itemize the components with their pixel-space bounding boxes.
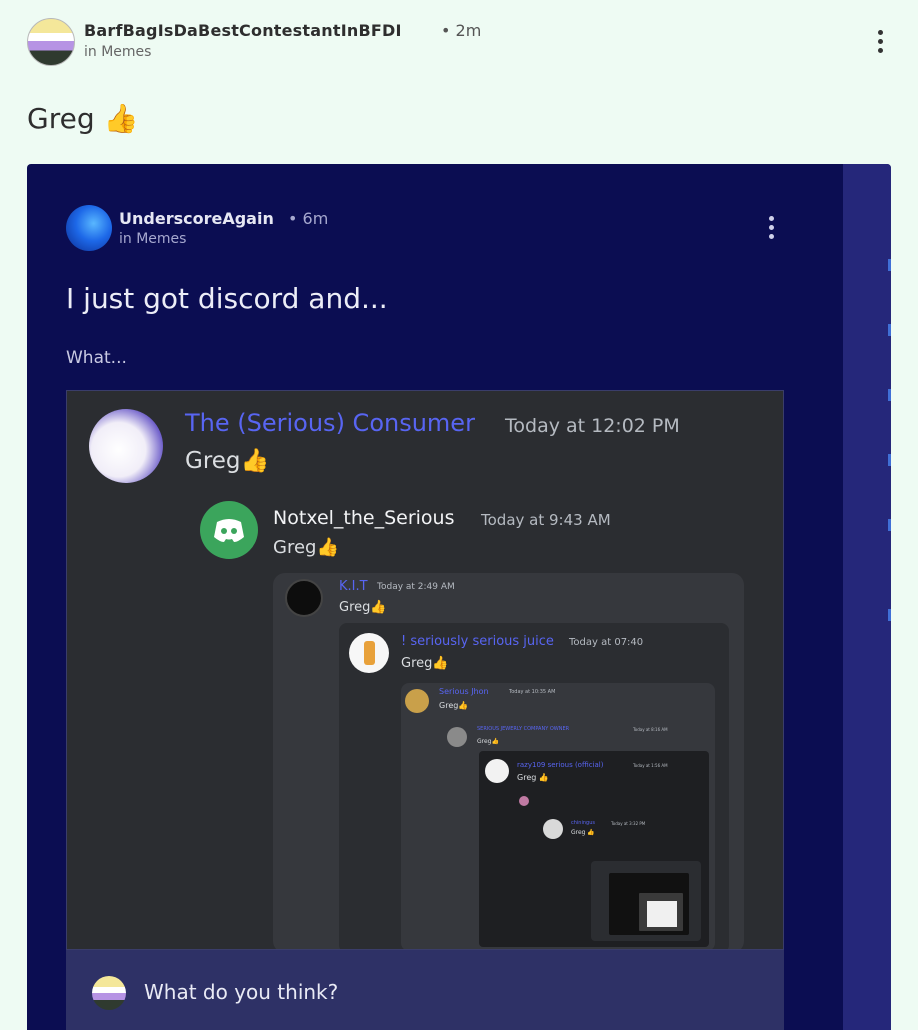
discord-message-7: Greg 👍 [517,773,549,782]
small-avatar-a [519,796,529,806]
discord-message-6: Greg👍 [477,738,499,745]
embedded-post-timestamp: • 6m [288,209,329,228]
discord-message-2: Greg👍 [273,537,339,558]
discord-username-7: razy109 serious (official) [517,761,604,769]
post-community[interactable]: in Memes [84,44,151,60]
embedded-author-username: UnderscoreAgain [119,209,274,228]
discord-time-8: Today at 3:32 PM [611,821,646,826]
post-image[interactable]: UnderscoreAgain • 6m in Memes I just got… [27,164,891,1030]
juice-avatar [349,633,389,673]
nested-screenshot-8 [647,901,677,927]
nested-screenshot-1: K.I.T Today at 2:49 AM Greg👍 ! seriously… [273,573,744,949]
discord-username-2: Notxel_the_Serious [273,507,455,529]
comment-bar[interactable]: What do you think? [66,950,784,1030]
discord-username-3: K.I.T [339,579,368,594]
author-avatar[interactable] [27,18,75,66]
embedded-author-avatar [66,205,112,251]
discord-icon [214,519,244,542]
nested-screenshot-3: Serious Jhon Today at 10:35 AM Greg👍 SER… [401,683,715,949]
discord-time-6: Today at 8:16 AM [633,727,668,732]
discord-message-5: Greg👍 [439,701,469,710]
embedded-post-community: in Memes [119,231,187,247]
embedded-post-body: What... [66,348,127,368]
discord-message-3: Greg👍 [339,600,387,615]
discord-time-3: Today at 2:49 AM [377,582,455,592]
juice-bottle-icon [364,641,375,665]
embedded-more-options-icon [767,216,777,242]
more-options-icon[interactable] [870,28,890,56]
embedded-post-title: I just got discord and... [66,282,388,315]
jewelry-avatar [447,727,467,747]
discord-time-2: Today at 9:43 AM [481,511,611,529]
discord-message-1: Greg👍 [185,448,270,474]
embed-sidebar [843,164,891,1030]
discord-username-6: SERIOUS JEWERLY COMPANY OWNER [477,726,570,732]
consumer-avatar [89,409,163,483]
razy-avatar [485,759,509,783]
discord-logo-avatar [200,501,258,559]
discord-time-4: Today at 07:40 [569,637,644,648]
comment-user-avatar [92,976,126,1010]
nested-screenshot-5 [591,861,701,941]
chiningus-avatar [543,819,563,839]
discord-time-5: Today at 10:35 AM [509,689,556,695]
discord-username-1: The (Serious) Consumer [185,409,475,437]
post-title: Greg 👍 [27,102,139,135]
discord-time-7: Today at 1:56 AM [633,763,668,768]
comment-input[interactable]: What do you think? [144,980,338,1004]
post-timestamp: • 2m [441,21,482,40]
discord-username-8: chiningus [571,820,595,826]
nested-screenshot-4: razy109 serious (official) Today at 1:56… [479,751,709,947]
nested-screenshot-6 [609,873,689,935]
discord-username-4: ! seriously serious juice [401,634,554,649]
nested-screenshot-7 [639,893,683,931]
discord-time-1: Today at 12:02 PM [505,415,680,437]
discord-username-5: Serious Jhon [439,687,489,696]
kit-avatar [285,579,323,617]
jhon-avatar [405,689,429,713]
discord-message-4: Greg👍 [401,656,449,671]
discord-message-8: Greg 👍 [571,829,595,836]
author-username[interactable]: BarfBagIsDaBestContestantInBFDI [84,21,402,40]
nested-screenshot-2: ! seriously serious juice Today at 07:40… [339,623,729,949]
discord-screenshot: The (Serious) Consumer Today at 12:02 PM… [66,390,784,950]
